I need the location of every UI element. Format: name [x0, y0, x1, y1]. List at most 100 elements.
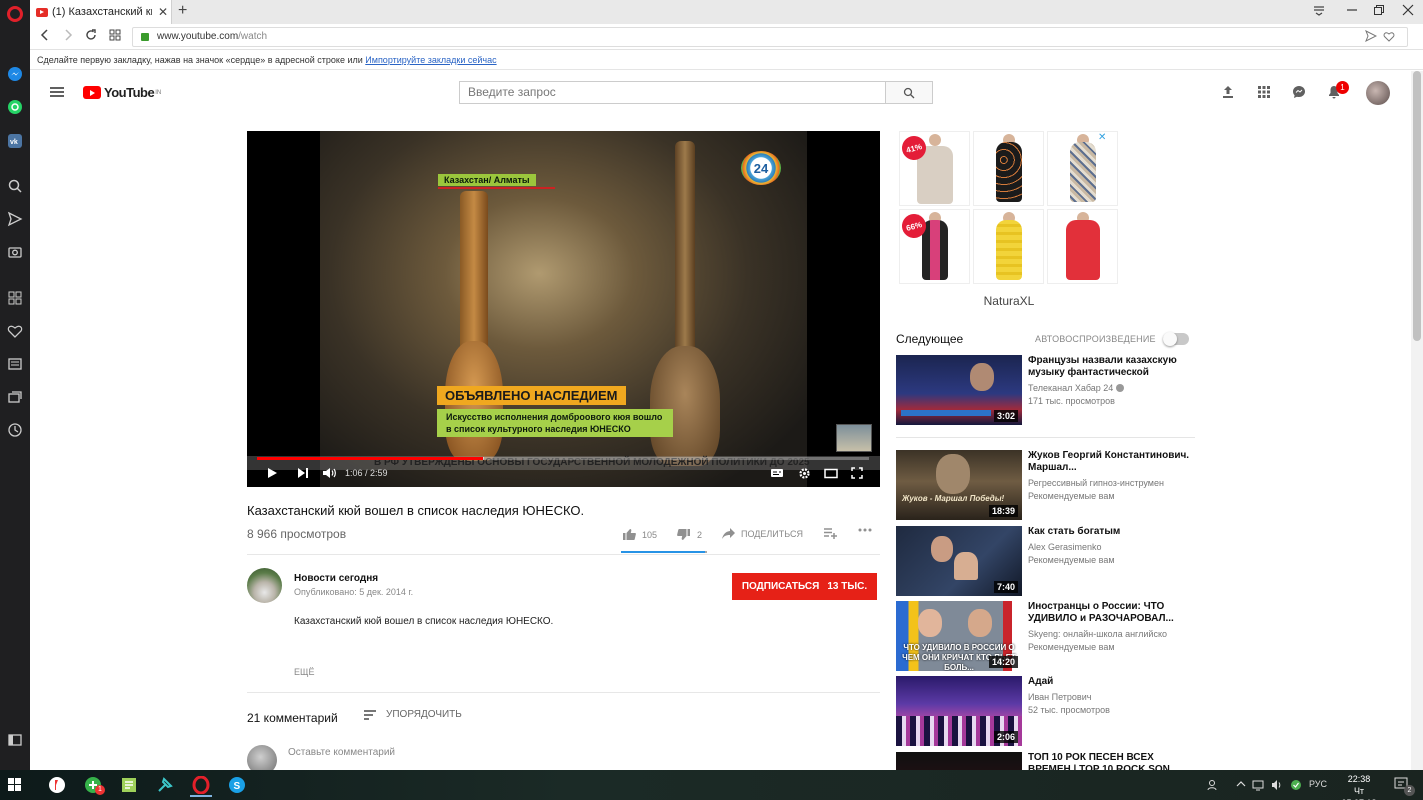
user-avatar[interactable] — [1366, 81, 1390, 105]
like-button[interactable]: 105 — [622, 528, 657, 541]
video-frame[interactable]: Казахстан/ Алматы 24 ОБЪЯВЛЕНО НАСЛЕДИЕМ… — [320, 131, 807, 487]
youtube-logo[interactable]: YouTube IN — [83, 85, 161, 100]
search-button[interactable] — [885, 81, 933, 104]
tray-expand-icon[interactable] — [1236, 779, 1246, 791]
recommended-video[interactable]: 7:40 Как стать богатым Alex Gerasimenko … — [896, 526, 1196, 596]
speed-dial-icon[interactable] — [7, 290, 23, 306]
history-icon[interactable] — [7, 422, 23, 438]
volume-tray-icon[interactable] — [1271, 779, 1283, 793]
settings-button[interactable] — [796, 465, 812, 481]
minimize-icon[interactable] — [1346, 4, 1358, 19]
vk-icon[interactable]: vk — [7, 133, 23, 149]
dislike-button[interactable]: 2 — [677, 528, 702, 541]
search-input[interactable]: Введите запрос — [459, 81, 886, 104]
sidebar-toggle-icon[interactable] — [7, 732, 23, 748]
clock[interactable]: 22:38 Чт 05.07.18 — [1338, 773, 1380, 800]
cloud-sync-icon[interactable] — [1290, 779, 1302, 793]
video-thumbnail[interactable]: 2:06 — [896, 676, 1022, 746]
youtube-play-logo-icon — [83, 86, 101, 99]
page-scrollbar[interactable] — [1411, 71, 1423, 770]
news-icon[interactable] — [7, 356, 23, 372]
ad-product-tile[interactable] — [973, 131, 1044, 206]
tabs-icon[interactable] — [7, 389, 23, 405]
video-thumbnail[interactable]: 7:40 — [896, 526, 1022, 596]
recommended-video[interactable]: ЧТО УДИВИЛО В РОССИИ О ЧЕМ ОНИ КРИЧАТ КТ… — [896, 601, 1196, 671]
bookmarks-heart-icon[interactable] — [7, 323, 23, 339]
upload-icon[interactable] — [1221, 85, 1235, 99]
people-icon[interactable] — [1207, 779, 1219, 793]
chat-app-icon[interactable]: 1 — [78, 773, 108, 797]
ad-product-tile[interactable]: 41% — [899, 131, 970, 206]
restore-icon[interactable] — [1373, 4, 1385, 19]
bookmark-heart-icon[interactable] — [1383, 30, 1395, 48]
video-title: Жуков Георгий Константинович. Маршал... — [1028, 450, 1190, 473]
ad-product-tile[interactable]: 66% — [899, 209, 970, 284]
theater-mode-button[interactable] — [823, 465, 839, 481]
import-bookmarks-link[interactable]: Импортируйте закладки сейчас — [365, 55, 496, 65]
autoplay-toggle[interactable] — [1163, 332, 1189, 346]
ad-product-tile[interactable] — [1047, 131, 1118, 206]
next-button[interactable] — [295, 465, 311, 481]
new-tab-button[interactable]: + — [178, 2, 187, 20]
send-icon[interactable] — [7, 211, 23, 227]
tab-close-icon[interactable]: ✕ — [158, 5, 168, 19]
comment-input[interactable]: Оставьте комментарий — [288, 747, 395, 758]
video-description: Казахстанский кюй вошел в список наследи… — [294, 616, 554, 627]
subtitles-button[interactable] — [769, 465, 785, 481]
video-thumbnail[interactable]: 3:02 — [896, 355, 1022, 425]
url-field[interactable]: www.youtube.com/watch — [132, 27, 1408, 47]
share-button[interactable]: ПОДЕЛИТЬСЯ — [722, 528, 803, 539]
camera-icon[interactable] — [7, 244, 23, 260]
close-window-icon[interactable] — [1402, 4, 1414, 19]
forward-icon[interactable] — [63, 29, 73, 44]
search-icon[interactable] — [7, 178, 23, 194]
ad-panel[interactable]: 41% 66% ✕ NaturaXL — [896, 131, 1122, 311]
reload-icon[interactable] — [85, 29, 97, 44]
fullscreen-button[interactable] — [849, 465, 865, 481]
messenger-icon[interactable] — [7, 66, 23, 82]
more-actions-button[interactable] — [858, 528, 878, 532]
video-player[interactable]: Казахстан/ Алматы 24 ОБЪЯВЛЕНО НАСЛЕДИЕМ… — [247, 131, 880, 487]
send-page-icon[interactable] — [1365, 29, 1378, 48]
tab-menu-icon[interactable] — [1313, 4, 1325, 19]
notes-app-icon[interactable] — [114, 773, 144, 797]
channel-avatar[interactable] — [247, 568, 282, 603]
video-thumbnail[interactable]: Жуков - Маршал Победы! 18:39 — [896, 450, 1022, 520]
ad-product-tile[interactable] — [973, 209, 1044, 284]
scrollbar-thumb[interactable] — [1413, 71, 1421, 341]
progress-bar[interactable] — [257, 457, 869, 460]
tools-app-icon[interactable] — [150, 773, 180, 797]
youtube-header: YouTube IN Введите запрос 1 — [30, 71, 1411, 115]
play-button[interactable] — [264, 465, 280, 481]
sort-comments-button[interactable]: УПОРЯДОЧИТЬ — [364, 709, 462, 720]
apps-grid-icon[interactable] — [1257, 85, 1271, 99]
recommended-video[interactable]: Жуков - Маршал Победы! 18:39 Жуков Георг… — [896, 450, 1196, 520]
ad-product-tile[interactable] — [1047, 209, 1118, 284]
person-face — [968, 609, 992, 637]
subscribe-button[interactable]: ПОДПИСАТЬСЯ 13 ТЫС. — [732, 573, 877, 600]
skype-icon[interactable]: S — [222, 773, 252, 797]
messages-icon[interactable] — [1292, 85, 1306, 99]
ad-close-icon[interactable]: ✕ — [1098, 132, 1106, 143]
network-icon[interactable] — [1252, 779, 1264, 793]
yandex-browser-icon[interactable] — [42, 773, 72, 797]
show-more-button[interactable]: ЕЩЁ — [294, 667, 314, 677]
volume-button[interactable] — [321, 465, 337, 481]
windows-start-icon[interactable] — [8, 778, 22, 792]
video-thumbnail[interactable]: ЧТО УДИВИЛО В РОССИИ О ЧЕМ ОНИ КРИЧАТ КТ… — [896, 601, 1022, 671]
opera-logo-icon[interactable] — [7, 6, 23, 22]
menu-icon[interactable] — [50, 87, 64, 97]
recommended-video[interactable]: 2:06 Адай Иван Петрович 52 тыс. просмотр… — [896, 676, 1196, 746]
recommended-video[interactable]: 3:02 Французы назвали казахскую музыку ф… — [896, 355, 1196, 425]
video-thumbnail[interactable] — [896, 752, 1022, 770]
back-icon[interactable] — [40, 29, 50, 44]
speed-dial-grid-icon[interactable] — [109, 29, 121, 44]
ad-brand[interactable]: NaturaXL — [896, 294, 1122, 308]
recommended-video[interactable]: ТОП 10 РОК ПЕСЕН ВСЕХ ВРЕМЕН | TOP 10 RO… — [896, 752, 1196, 770]
tab-youtube[interactable]: (1) Казахстанский кюй во ✕ — [30, 0, 172, 24]
channel-name[interactable]: Новости сегодня — [294, 573, 378, 584]
add-to-playlist-button[interactable] — [824, 528, 843, 539]
input-language[interactable]: РУС — [1309, 779, 1327, 789]
opera-taskbar-icon[interactable] — [186, 773, 216, 797]
whatsapp-icon[interactable] — [7, 99, 23, 115]
